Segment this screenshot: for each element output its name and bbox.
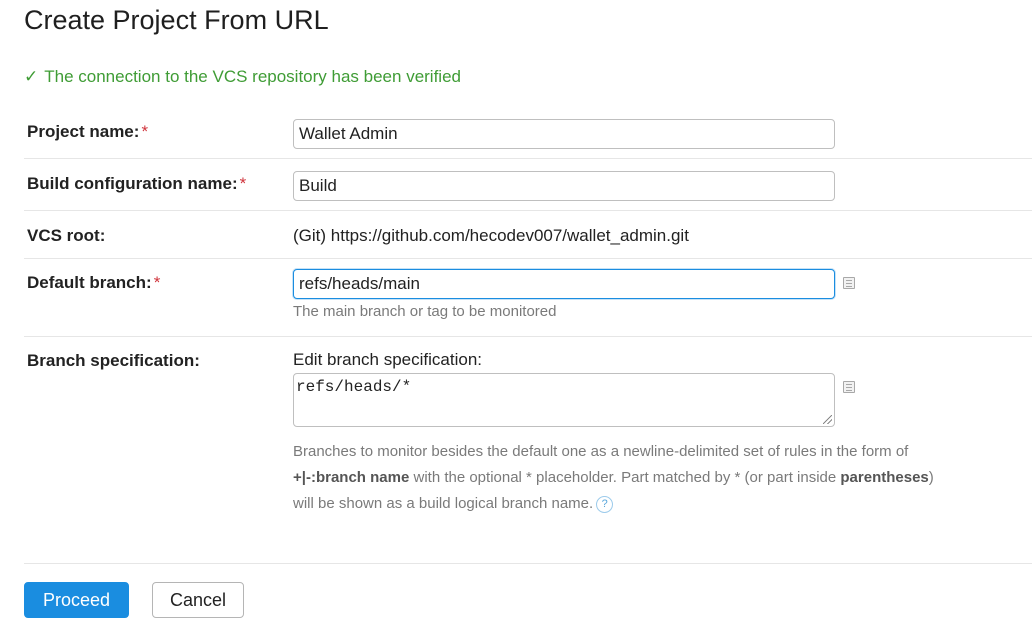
required-marker: * (141, 122, 149, 141)
project-name-input[interactable] (293, 119, 835, 149)
default-branch-note: The main branch or tag to be monitored (293, 303, 557, 320)
branch-spec-help: Branches to monitor besides the default … (293, 439, 1032, 517)
resize-handle-icon[interactable] (823, 415, 832, 424)
build-config-name-row: Build configuration name: * (24, 159, 1032, 211)
proceed-button[interactable]: Proceed (24, 582, 129, 618)
help-parentheses: parentheses (840, 469, 929, 486)
document-icon[interactable] (843, 277, 855, 289)
branch-spec-textarea[interactable] (293, 373, 835, 427)
question-mark-icon[interactable]: ? (596, 495, 614, 513)
edit-branch-spec-label: Edit branch specification: (293, 350, 482, 369)
default-branch-row: Default branch:* The main branch or tag … (24, 259, 1032, 337)
build-config-name-input[interactable] (293, 171, 835, 201)
help-line-2: +|-:branch name with the optional * plac… (293, 465, 1032, 491)
vcs-root-value: (Git) https://github.com/hecodev007/wall… (293, 226, 689, 245)
branch-spec-label: Branch specification: (27, 351, 200, 370)
required-marker: * (239, 174, 247, 193)
verification-status-text: The connection to the VCS repository has… (44, 67, 461, 86)
default-branch-label: Default branch: * (27, 273, 161, 292)
vcs-root-label: VCS root: (27, 226, 106, 245)
help-line-1: Branches to monitor besides the default … (293, 443, 909, 460)
help-line-3: will be shown as a build logical branch … (293, 491, 1032, 517)
help-syntax: +|-:branch name (293, 469, 410, 486)
checkmark-icon: ✓ (24, 67, 39, 86)
project-name-label: Project name: * (27, 122, 149, 141)
default-branch-input[interactable] (293, 269, 835, 299)
help-close-paren: ) (928, 469, 934, 486)
cancel-button[interactable]: Cancel (152, 582, 244, 618)
page-title: Create Project From URL (24, 5, 329, 35)
verification-status: ✓ The connection to the VCS repository ha… (24, 67, 461, 87)
footer-divider (24, 563, 1032, 564)
branch-spec-row: Branch specification: Edit branch specif… (24, 337, 1032, 537)
vcs-root-row: VCS root: (Git) https://github.com/hecod… (24, 211, 1032, 259)
help-middle-text: with the optional * placeholder. Part ma… (409, 469, 841, 486)
required-marker: * (153, 273, 161, 292)
build-config-name-label: Build configuration name: * (27, 174, 247, 193)
project-name-row: Project name: * (24, 107, 1032, 159)
document-icon[interactable] (843, 381, 855, 393)
